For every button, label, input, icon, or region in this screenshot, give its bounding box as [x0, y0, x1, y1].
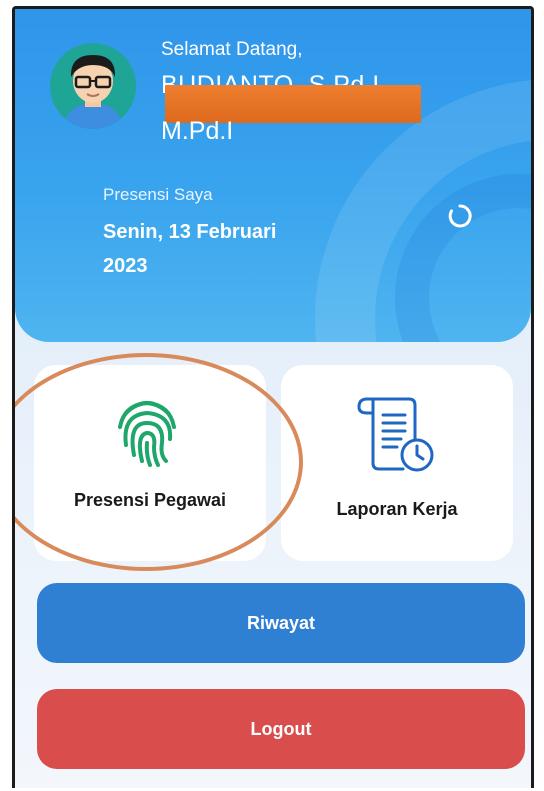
presensi-pegawai-label: Presensi Pegawai — [73, 490, 227, 510]
loading-spinner-icon — [447, 203, 473, 229]
laporan-kerja-label: Laporan Kerja — [336, 499, 458, 519]
user-avatar-icon — [50, 43, 136, 129]
greeting-text: Selamat Datang, — [161, 39, 303, 60]
laporan-kerja-card[interactable]: Laporan Kerja — [281, 365, 513, 561]
fingerprint-icon — [114, 395, 180, 467]
riwayat-button[interactable]: Riwayat — [37, 583, 525, 663]
presensi-date: Senin, 13 Februari 2023 — [103, 221, 277, 277]
phone-screen: Selamat Datang, BUDIANTO, S.Pd.I M.Pd.I … — [12, 6, 534, 788]
user-title: M.Pd.I — [161, 117, 234, 145]
document-clock-icon — [353, 393, 439, 475]
presensi-saya-label: Presensi Saya — [103, 185, 213, 204]
presensi-pegawai-card[interactable]: Presensi Pegawai — [34, 365, 266, 561]
logout-button[interactable]: Logout — [37, 689, 525, 769]
header-panel: Selamat Datang, BUDIANTO, S.Pd.I M.Pd.I … — [15, 9, 531, 342]
